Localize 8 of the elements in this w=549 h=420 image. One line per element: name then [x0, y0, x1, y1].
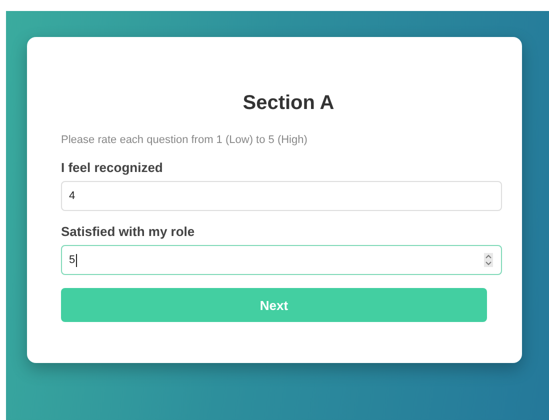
question-label: Satisfied with my role	[61, 224, 195, 240]
question-label: I feel recognized	[61, 160, 163, 176]
spinner-icon[interactable]	[484, 253, 493, 267]
rating-input[interactable]: 5	[61, 245, 502, 275]
instruction-text: Please rate each question from 1 (Low) to 5 (High)	[61, 134, 308, 147]
text-cursor	[76, 254, 77, 267]
rating-input[interactable]: 4	[61, 181, 502, 211]
section-title: Section A	[242, 91, 334, 115]
